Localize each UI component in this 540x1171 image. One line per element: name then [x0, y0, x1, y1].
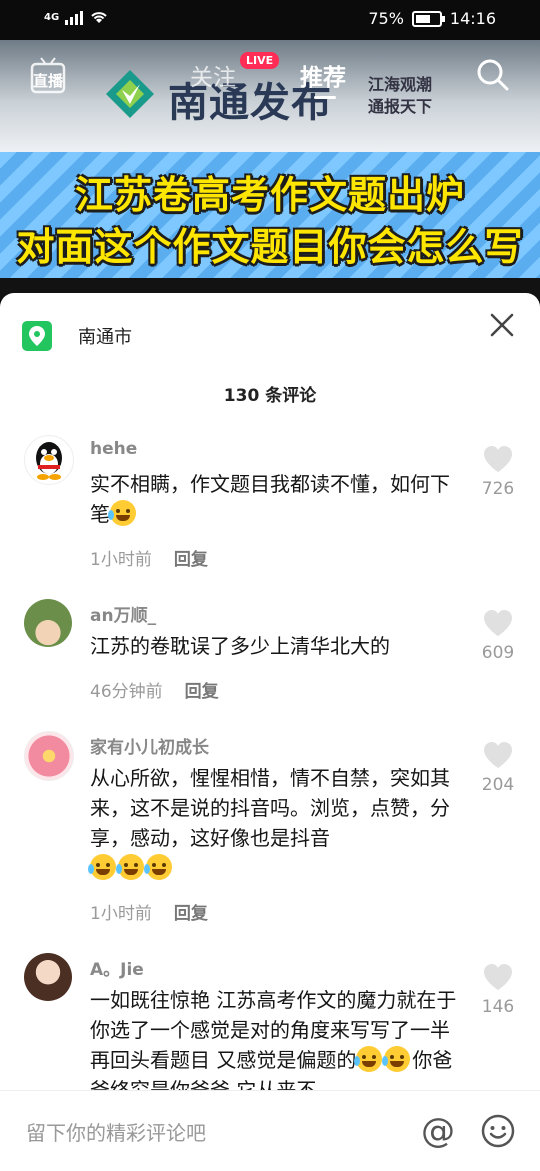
- comment-meta: 1小时前 回复: [90, 545, 208, 570]
- comment-count: 130 条评论: [223, 386, 317, 406]
- comment-meta: 46分钟前 回复: [90, 677, 219, 702]
- mention-icon[interactable]: @: [420, 1113, 456, 1149]
- tab-active-indicator: [314, 96, 336, 99]
- wifi-icon: [91, 12, 107, 23]
- comment-text: 一如既往惊艳 江苏高考作文的魔力就在于 你选了一个感觉是对的角度来写写了一半再回…: [90, 985, 462, 1105]
- comment-username[interactable]: hehe: [90, 439, 137, 459]
- comment-meta: 1小时前 回复: [90, 899, 208, 924]
- clock: 14:16: [449, 9, 496, 28]
- like-button[interactable]: 204: [476, 741, 520, 795]
- reply-button[interactable]: 回复: [185, 682, 219, 702]
- reply-button[interactable]: 回复: [174, 550, 208, 570]
- reply-button[interactable]: 回复: [174, 904, 208, 924]
- avatar[interactable]: [24, 435, 74, 485]
- status-left: 4G: [44, 9, 109, 25]
- tab-follow[interactable]: 关注: [190, 58, 236, 92]
- comment-input[interactable]: 留下你的精彩评论吧: [26, 1117, 206, 1146]
- video-banner: 江苏卷高考作文题出炉 对面这个作文题目你会怎么写: [0, 152, 540, 278]
- like-button[interactable]: 726: [476, 445, 520, 499]
- like-count: 726: [481, 479, 515, 499]
- heart-icon: [484, 610, 512, 636]
- search-icon[interactable]: [476, 58, 510, 92]
- heart-icon: [484, 446, 512, 472]
- avatar[interactable]: [24, 731, 74, 781]
- avatar[interactable]: [24, 953, 72, 1001]
- rofl-emoji-icon: [108, 500, 136, 526]
- rofl-emoji-icon: [144, 854, 172, 880]
- like-count: 609: [481, 643, 515, 663]
- comment-input-bar: 留下你的精彩评论吧 @: [0, 1090, 540, 1171]
- battery-icon: [411, 10, 445, 27]
- comment-text-body: 实不相瞒，作文题目我都读不懂，如何下笔: [90, 472, 450, 526]
- like-count: 204: [481, 775, 515, 795]
- location-pin-icon: [22, 321, 52, 351]
- top-nav: 直播 关注 LIVE 推荐: [0, 40, 540, 112]
- live-badge: LIVE: [240, 52, 280, 69]
- qq-penguin-icon: [36, 442, 62, 480]
- comment-time: 46分钟前: [90, 682, 163, 702]
- comment-username[interactable]: A。Jie: [90, 955, 144, 980]
- rofl-emoji-icon: [88, 854, 116, 880]
- comment-username[interactable]: 家有小儿初成长: [90, 733, 209, 758]
- comment-text: 实不相瞒，作文题目我都读不懂，如何下笔: [90, 469, 462, 529]
- heart-icon: [484, 964, 512, 990]
- avatar[interactable]: [24, 599, 72, 647]
- heart-icon: [484, 742, 512, 768]
- comment-text-body: 从心所欲，惺惺相惜，情不自禁，突如其来，这不是说的抖音吗。浏览，点赞，分享，感动…: [90, 766, 450, 850]
- live-entry-button[interactable]: 直播: [30, 56, 66, 96]
- banner-line-1: 江苏卷高考作文题出炉: [74, 173, 465, 217]
- tab-recommend[interactable]: 推荐: [300, 58, 346, 92]
- comment-time: 1小时前: [90, 550, 152, 570]
- network-label: 4G: [44, 11, 60, 23]
- location-label: 南通市: [78, 327, 132, 348]
- close-icon[interactable]: [486, 309, 518, 341]
- rofl-emoji-icon: [382, 1046, 411, 1072]
- comment-text: 从心所欲，惺惺相惜，情不自禁，突如其来，这不是说的抖音吗。浏览，点赞，分享，感动…: [88, 763, 462, 883]
- location-row[interactable]: 南通市: [22, 321, 132, 351]
- status-right: 75% 14:16: [368, 9, 496, 28]
- banner-line-2: 对面这个作文题目你会怎么写: [16, 225, 524, 269]
- like-button[interactable]: 146: [476, 963, 520, 1017]
- like-count: 146: [481, 997, 515, 1017]
- rofl-emoji-icon: [116, 854, 144, 880]
- comments-sheet: 南通市 130 条评论 hehe 实不相瞒，作文题目我都读不懂，如何下笔 1小时…: [0, 293, 540, 1170]
- comment-time: 1小时前: [90, 904, 152, 924]
- signal-icon: [65, 9, 84, 25]
- like-button[interactable]: 609: [476, 609, 520, 663]
- battery-percent: 75%: [368, 9, 404, 28]
- rofl-emoji-icon: [354, 1046, 383, 1072]
- comment-text: 江苏的卷耽误了多少上清华北大的: [90, 634, 390, 658]
- status-bar: 4G 75% 14:16: [0, 0, 540, 40]
- comment-username[interactable]: an万顺_: [90, 601, 156, 626]
- emoji-icon[interactable]: [480, 1113, 516, 1149]
- live-entry-label: 直播: [33, 72, 64, 90]
